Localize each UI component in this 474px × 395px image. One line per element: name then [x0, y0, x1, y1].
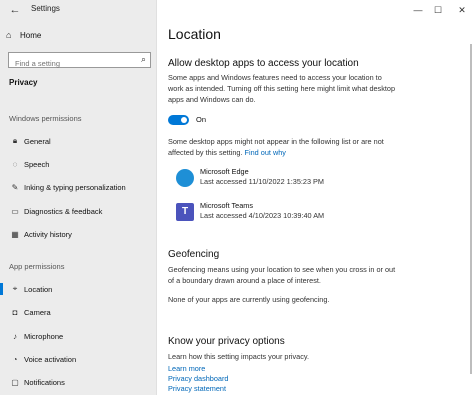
sidebar-item-notifications[interactable]: ▢ Notifications: [0, 373, 156, 391]
geofencing-description: Geofencing means using your location to …: [168, 265, 396, 285]
sidebar-item-microphone[interactable]: ♪ Microphone: [0, 327, 156, 345]
app-item-microsoft-edge: Microsoft Edge Last accessed 11/10/2022 …: [176, 167, 324, 189]
scrollbar[interactable]: [468, 20, 474, 395]
page-title: Location: [168, 26, 221, 42]
camera-icon: ◘: [12, 307, 18, 317]
teams-icon: T: [176, 203, 194, 221]
feedback-icon: ▭: [11, 206, 19, 216]
app-last-accessed: Last accessed 4/10/2023 10:39:40 AM: [200, 211, 325, 220]
sidebar-item-label: Activity history: [24, 229, 72, 239]
window-title: Settings: [31, 4, 60, 13]
sidebar-item-general[interactable]: 🔒︎ General: [0, 132, 156, 150]
title-bar: ← Settings — ☐ ✕: [0, 0, 474, 20]
scroll-thumb[interactable]: [470, 44, 472, 374]
edge-icon: [176, 169, 194, 187]
app-name: Microsoft Edge: [200, 167, 249, 176]
sidebar-item-camera[interactable]: ◘ Camera: [0, 303, 156, 321]
home-link[interactable]: ⌂ Home: [6, 30, 41, 40]
desktop-apps-note: Some desktop apps might not appear in th…: [168, 136, 396, 158]
geofencing-status: None of your apps are currently using ge…: [168, 295, 330, 304]
location-toggle[interactable]: [168, 115, 189, 125]
sidebar-item-label: General: [24, 136, 51, 146]
app-name: Microsoft Teams: [200, 201, 253, 210]
main-content: Location Allow desktop apps to access yo…: [157, 20, 474, 395]
sidebar-item-label: Microphone: [24, 331, 64, 341]
notifications-icon: ▢: [11, 377, 19, 387]
pen-icon: ✎: [11, 182, 19, 192]
find-out-why-link[interactable]: Find out why: [245, 148, 286, 157]
sidebar-item-label: Inking & typing personalization: [24, 182, 126, 192]
sidebar-item-activity-history[interactable]: ▦ Activity history: [0, 225, 156, 243]
home-label: Home: [20, 30, 42, 40]
history-icon: ▦: [11, 229, 19, 239]
app-item-microsoft-teams: T Microsoft Teams Last accessed 4/10/202…: [176, 201, 324, 223]
section-app-permissions: App permissions: [9, 262, 65, 271]
category-title: Privacy: [9, 78, 38, 87]
home-icon: ⌂: [6, 30, 12, 40]
close-button[interactable]: ✕: [452, 2, 472, 18]
speech-icon: ◌: [12, 159, 18, 169]
toggle-state-label: On: [196, 115, 207, 124]
sidebar: ⌂ Home ⌕ Privacy Windows permissions 🔒︎ …: [0, 0, 157, 395]
maximize-button[interactable]: ☐: [428, 2, 448, 18]
microphone-icon: ♪: [13, 331, 17, 341]
sidebar-item-diagnostics[interactable]: ▭ Diagnostics & feedback: [0, 202, 156, 220]
privacy-dashboard-link[interactable]: Privacy dashboard: [168, 374, 228, 383]
sidebar-item-speech[interactable]: ◌ Speech: [0, 155, 156, 173]
privacy-statement-link[interactable]: Privacy statement: [168, 384, 226, 393]
sidebar-item-voice-activation[interactable]: ◔ Voice activation: [0, 350, 156, 368]
learn-more-link[interactable]: Learn more: [168, 364, 205, 373]
sidebar-item-label: Voice activation: [24, 354, 77, 364]
privacy-options-description: Learn how this setting impacts your priv…: [168, 352, 309, 361]
location-icon: ⌖: [12, 284, 18, 293]
sidebar-item-inking[interactable]: ✎ Inking & typing personalization: [0, 178, 156, 196]
back-button[interactable]: ←: [8, 3, 22, 17]
sidebar-item-label: Diagnostics & feedback: [24, 206, 103, 216]
sidebar-item-label: Speech: [24, 159, 50, 169]
sidebar-item-label: Location: [24, 284, 53, 294]
sidebar-item-label: Camera: [24, 307, 51, 317]
sidebar-item-location[interactable]: ⌖ Location: [0, 280, 156, 298]
search-icon[interactable]: ⌕: [141, 54, 146, 65]
voice-icon: ◔: [12, 354, 18, 364]
search-input[interactable]: [9, 56, 135, 71]
section-windows-permissions: Windows permissions: [9, 114, 82, 123]
allow-desktop-apps-description: Some apps and Windows features need to a…: [168, 73, 395, 104]
minimize-button[interactable]: —: [408, 2, 428, 18]
geofencing-heading: Geofencing: [168, 249, 220, 260]
privacy-options-heading: Know your privacy options: [168, 336, 285, 347]
lock-icon: 🔒︎: [12, 136, 18, 145]
search-box[interactable]: ⌕: [8, 52, 151, 71]
allow-desktop-apps-heading: Allow desktop apps to access your locati…: [168, 58, 359, 69]
sidebar-item-label: Notifications: [24, 377, 65, 387]
app-last-accessed: Last accessed 11/10/2022 1:35:23 PM: [200, 177, 324, 186]
